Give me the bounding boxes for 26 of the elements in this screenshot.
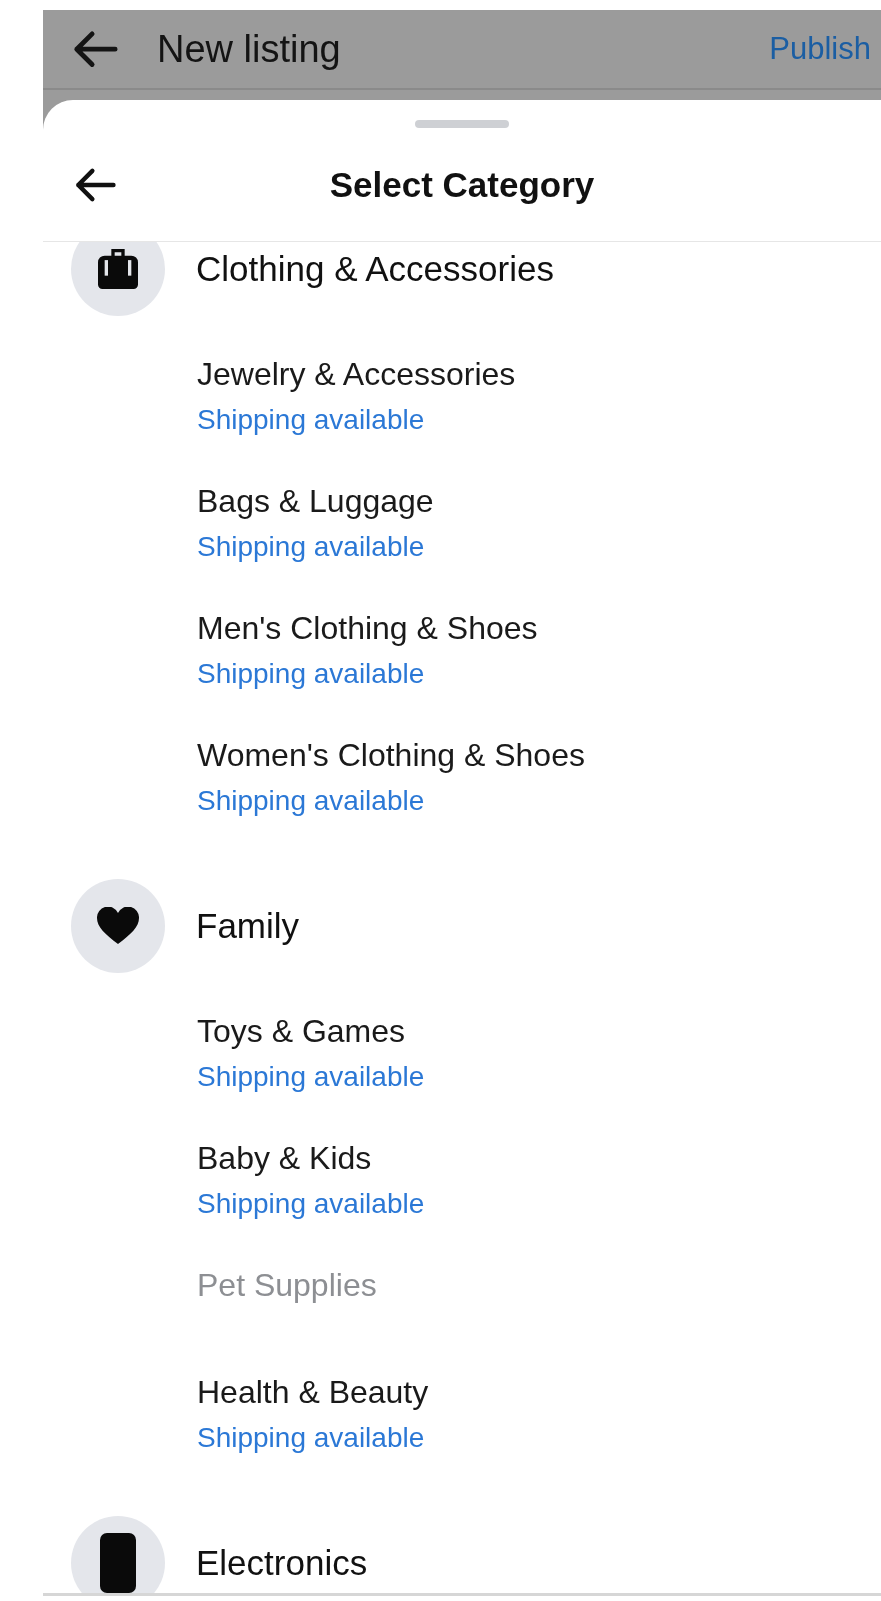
back-button[interactable] <box>71 29 119 69</box>
shipping-note: Shipping available <box>197 657 425 691</box>
category-heading: Clothing & Accessories <box>196 249 554 289</box>
shipping-note: Shipping available <box>197 1421 425 1455</box>
drag-handle[interactable] <box>415 120 509 128</box>
subcategory-option[interactable]: Toys & Games <box>197 1008 406 1054</box>
subcategory-option[interactable]: Health & Beauty <box>197 1369 429 1415</box>
shipping-note: Shipping available <box>197 530 425 564</box>
subcategory-option[interactable]: Bags & Luggage <box>197 478 434 524</box>
shipping-note: Shipping available <box>197 1187 425 1221</box>
heart-icon <box>97 907 139 945</box>
back-button[interactable] <box>73 166 117 203</box>
category-heading: Electronics <box>196 1543 368 1583</box>
back-arrow-icon <box>71 29 119 69</box>
subcategory-option[interactable]: Baby & Kids <box>197 1135 372 1181</box>
back-arrow-icon <box>73 166 117 203</box>
sheet-title: Select Category <box>329 164 595 205</box>
shipping-note: Shipping available <box>197 1060 425 1094</box>
subcategory-option[interactable]: Women's Clothing & Shoes <box>197 732 585 778</box>
phone-icon <box>100 1533 136 1593</box>
page-title: New listing <box>157 27 342 71</box>
shipping-note: Shipping available <box>197 784 425 818</box>
subcategory-option[interactable]: Men's Clothing & Shoes <box>197 605 538 651</box>
category-heading: Family <box>196 906 300 946</box>
shipping-note: Shipping available <box>197 403 425 437</box>
subcategory-option[interactable]: Jewelry & Accessories <box>197 351 516 397</box>
